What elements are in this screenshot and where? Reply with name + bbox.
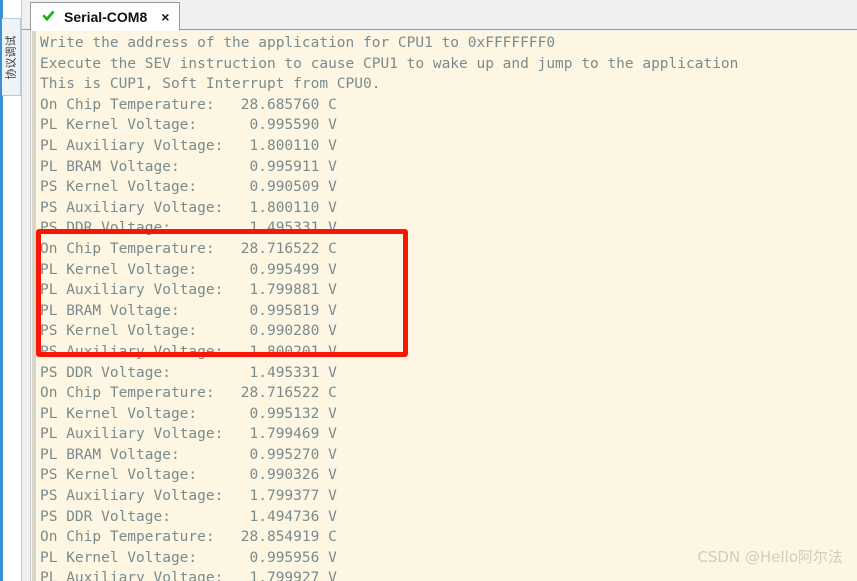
watermark: CSDN @Hello阿尔法 bbox=[697, 548, 843, 566]
terminal-line: PS DDR Voltage: 1.495331 V bbox=[40, 364, 337, 381]
terminal-line: PL BRAM Voltage: 0.995819 V bbox=[40, 302, 337, 319]
terminal-line: PL Kernel Voltage: 0.995499 V bbox=[40, 261, 337, 278]
terminal-line: PS Kernel Voltage: 0.990326 V bbox=[40, 467, 337, 484]
close-icon[interactable]: × bbox=[161, 9, 169, 25]
terminal-line: PL Auxiliary Voltage: 1.800110 V bbox=[40, 137, 337, 154]
tab-title: Serial-COM8 bbox=[64, 8, 148, 25]
terminal-line: On Chip Temperature: 28.685760 C bbox=[40, 96, 337, 113]
terminal-line: PL BRAM Voltage: 0.995270 V bbox=[40, 446, 337, 463]
terminal-text-area[interactable]: Write the address of the application for… bbox=[36, 31, 857, 581]
terminal-line: PL Auxiliary Voltage: 1.799927 V bbox=[40, 570, 337, 581]
terminal-line: PL Auxiliary Voltage: 1.799469 V bbox=[40, 426, 337, 443]
terminal-output-panel[interactable]: Write the address of the application for… bbox=[22, 31, 857, 581]
green-check-icon bbox=[41, 9, 56, 24]
terminal-line: PS Kernel Voltage: 0.990280 V bbox=[40, 323, 337, 340]
serial-terminal-window: 协议调试 Serial-COM8 × Write the address of … bbox=[0, 0, 857, 581]
terminal-scrollbar-track[interactable] bbox=[22, 31, 31, 581]
terminal-line: PS DDR Voltage: 1.494736 V bbox=[40, 508, 337, 525]
terminal-line: PS Auxiliary Voltage: 1.800201 V bbox=[40, 343, 337, 360]
terminal-line: PS Auxiliary Voltage: 1.800110 V bbox=[40, 199, 337, 216]
dock-tab-label: 协议调试 bbox=[4, 35, 18, 79]
terminal-line: PL BRAM Voltage: 0.995911 V bbox=[40, 158, 337, 175]
terminal-line: Execute the SEV instruction to cause CPU… bbox=[40, 55, 739, 72]
dock-tab-protocol-debug[interactable]: 协议调试 bbox=[2, 18, 21, 96]
tab-serial-com8[interactable]: Serial-COM8 × bbox=[30, 2, 181, 31]
terminal-line: PL Kernel Voltage: 0.995132 V bbox=[40, 405, 337, 422]
terminal-line: PS Auxiliary Voltage: 1.799377 V bbox=[40, 488, 337, 505]
terminal-line: PS Kernel Voltage: 0.990509 V bbox=[40, 179, 337, 196]
terminal-line: PL Kernel Voltage: 0.995590 V bbox=[40, 117, 337, 134]
left-dock: 协议调试 bbox=[0, 0, 22, 581]
terminal-line: This is CUP1, Soft Interrupt from CPU0. bbox=[40, 76, 381, 93]
terminal-line: On Chip Temperature: 28.716522 C bbox=[40, 385, 337, 402]
terminal-line: PS DDR Voltage: 1.495331 V bbox=[40, 220, 337, 237]
terminal-line: On Chip Temperature: 28.716522 C bbox=[40, 240, 337, 257]
terminal-line: Write the address of the application for… bbox=[40, 35, 556, 51]
tab-strip: Serial-COM8 × bbox=[22, 0, 857, 31]
terminal-line: On Chip Temperature: 28.854919 C bbox=[40, 529, 337, 546]
terminal-line: PL Auxiliary Voltage: 1.799881 V bbox=[40, 282, 337, 299]
